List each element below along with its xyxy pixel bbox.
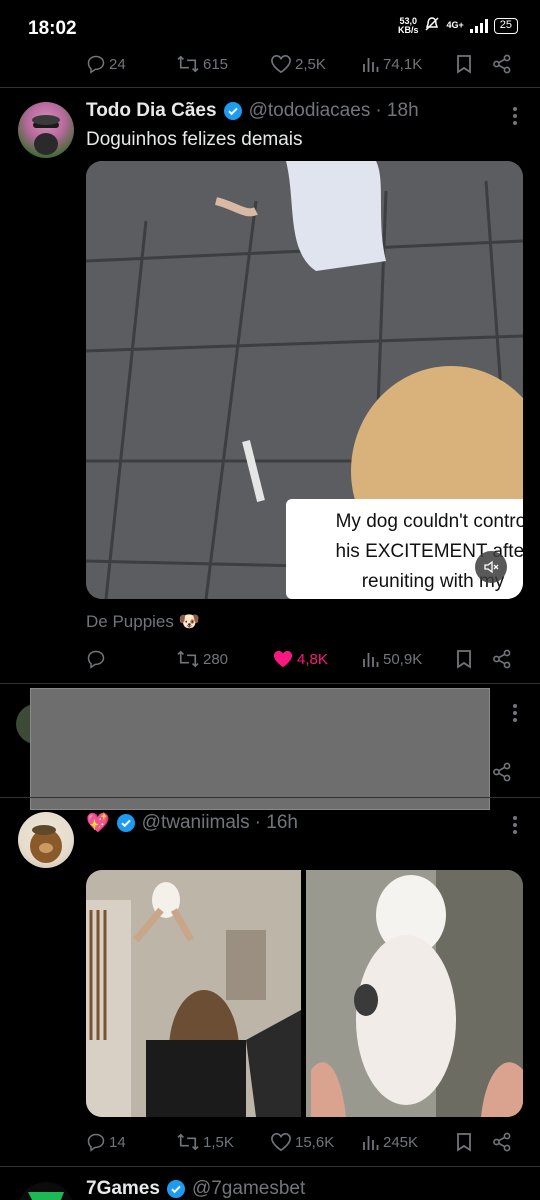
retweet-count: 280 <box>203 650 229 668</box>
views-count: 50,9K <box>383 650 423 668</box>
more-options-icon[interactable] <box>512 106 518 126</box>
tweet-image-grid <box>86 870 523 1117</box>
views-button[interactable]: 74,1K <box>362 49 422 79</box>
sparkling-heart-emoji-icon: 💖 <box>86 813 110 834</box>
bookmark-icon <box>457 55 471 74</box>
retweet-button[interactable]: 1,5K <box>176 1127 234 1157</box>
tweet-text: Doguinhos felizes demais <box>86 129 303 150</box>
status-time: 18:02 <box>28 18 77 39</box>
mute-button[interactable] <box>475 551 507 583</box>
tweet-header: Todo Dia Cães @tododiacaes · 18h <box>86 100 419 122</box>
status-bar: 18:02 53,0 KB/s 4G+ 25 <box>0 0 540 48</box>
avatar[interactable] <box>18 102 74 158</box>
retweet-icon <box>177 650 199 668</box>
signal-icon <box>469 18 488 33</box>
author-handle[interactable]: @7gamesbet <box>192 1178 305 1200</box>
video-caption-line: My dog couldn't control <box>335 511 523 532</box>
bookmark-icon <box>457 1133 471 1152</box>
retweet-count: 1,5K <box>203 1133 234 1151</box>
views-icon <box>363 58 379 72</box>
tweet-images[interactable] <box>86 870 523 1117</box>
share-button[interactable] <box>492 644 512 674</box>
retweet-button[interactable]: 615 <box>176 49 228 79</box>
views-button[interactable]: 245K <box>362 1127 418 1157</box>
share-icon <box>493 762 511 782</box>
reply-button[interactable]: 14 <box>86 1127 126 1157</box>
verified-badge-icon <box>116 813 136 833</box>
reply-icon <box>87 1133 105 1152</box>
share-icon <box>493 649 511 669</box>
divider <box>0 1166 540 1167</box>
more-options-icon[interactable] <box>512 815 518 835</box>
share-button[interactable] <box>492 49 512 79</box>
retweet-count: 615 <box>203 55 229 73</box>
retweet-icon <box>177 1133 199 1151</box>
reply-button[interactable]: 24 <box>86 49 126 79</box>
puppy-emoji-icon: 🐶 <box>178 612 200 631</box>
reply-icon <box>87 650 105 669</box>
status-icons: 53,0 KB/s 4G+ 25 <box>398 16 518 35</box>
author-handle[interactable]: @tododiacaes <box>249 100 371 122</box>
tweet-header: 💖 @twaniimals · 16h <box>86 811 298 835</box>
tweet-time: · 18h <box>375 100 419 121</box>
like-button[interactable]: 4,8K <box>272 644 328 674</box>
bookmark-icon <box>457 650 471 669</box>
network-speed: 53,0 KB/s <box>397 16 419 35</box>
source-label-text: De Puppies <box>86 612 174 631</box>
redaction-box <box>30 688 490 810</box>
mute-status-icon <box>424 16 440 35</box>
like-button[interactable]: 2,5K <box>270 49 326 79</box>
reply-button[interactable] <box>86 644 106 674</box>
share-icon <box>493 54 511 74</box>
like-count: 4,8K <box>297 650 328 668</box>
source-label[interactable]: De Puppies 🐶 <box>86 612 200 632</box>
retweet-button[interactable]: 280 <box>176 644 228 674</box>
like-count: 15,6K <box>295 1133 335 1151</box>
avatar[interactable] <box>18 812 74 868</box>
verified-badge-icon <box>166 1179 186 1199</box>
tweet-actions: 280 4,8K 50,9K <box>86 644 516 674</box>
heart-filled-icon <box>273 650 293 668</box>
views-count: 245K <box>383 1133 419 1151</box>
views-icon <box>363 1136 379 1150</box>
divider <box>0 683 540 684</box>
share-button[interactable] <box>492 762 512 787</box>
heart-icon <box>271 1132 291 1152</box>
video-caption: My dog couldn't control his EXCITEMENT a… <box>286 499 523 599</box>
bookmark-button[interactable] <box>456 1127 472 1157</box>
bookmark-button[interactable] <box>456 644 472 674</box>
share-icon <box>493 1132 511 1152</box>
reply-count: 24 <box>109 55 126 73</box>
speaker-muted-icon <box>484 560 499 574</box>
tweet-video[interactable]: My dog couldn't control his EXCITEMENT a… <box>86 161 523 599</box>
share-button[interactable] <box>492 1127 512 1157</box>
heart-icon <box>271 54 291 74</box>
bookmark-button[interactable] <box>456 49 472 79</box>
network-speed-unit: KB/s <box>397 24 419 35</box>
author-handle[interactable]: @twaniimals <box>142 812 250 834</box>
like-button[interactable]: 15,6K <box>270 1127 334 1157</box>
author-name[interactable]: Todo Dia Cães <box>86 100 217 122</box>
network-type: 4G+ <box>446 20 464 30</box>
views-count: 74,1K <box>383 55 423 73</box>
views-button[interactable]: 50,9K <box>362 644 422 674</box>
reply-count: 14 <box>109 1133 126 1151</box>
views-icon <box>363 653 379 667</box>
avatar[interactable] <box>18 1182 74 1200</box>
verified-badge-icon <box>223 101 243 121</box>
tweet-time: · 16h <box>254 812 298 833</box>
more-options-icon[interactable] <box>512 703 518 723</box>
divider <box>0 87 540 88</box>
tweet-header: 7Games @7gamesbet <box>86 1178 305 1200</box>
tweet-actions: 24 615 2,5K 74,1K <box>86 49 516 79</box>
reply-icon <box>87 55 105 74</box>
divider <box>0 797 540 798</box>
tweet-actions: 14 1,5K 15,6K 245K <box>86 1127 516 1157</box>
like-count: 2,5K <box>295 55 326 73</box>
author-name[interactable]: 7Games <box>86 1178 160 1200</box>
battery-icon: 25 <box>493 17 518 34</box>
retweet-icon <box>177 55 199 73</box>
